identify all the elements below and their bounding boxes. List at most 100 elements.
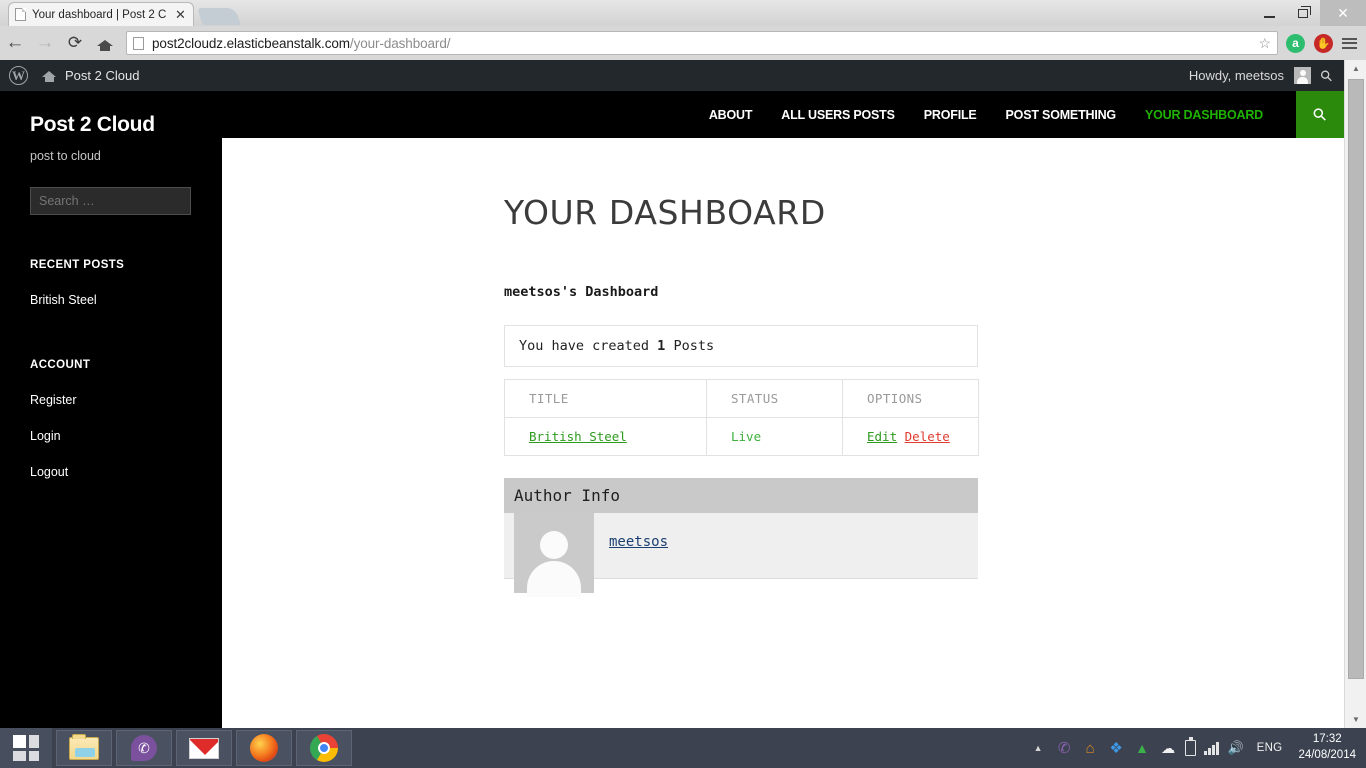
sidebar: Post 2 Cloud post to cloud RECENT POSTS …: [0, 91, 222, 728]
cell-title: British Steel: [504, 417, 707, 456]
bookmark-star-icon[interactable]: ☆: [1258, 35, 1271, 52]
browser-menu-icon[interactable]: [1342, 37, 1357, 49]
page-body: YOUR DASHBOARD meetsos's Dashboard You h…: [222, 138, 1344, 728]
taskbar-item-chrome[interactable]: [296, 730, 352, 766]
mail-icon: [189, 737, 219, 759]
taskbar-item-viber[interactable]: ✆: [116, 730, 172, 766]
forward-icon[interactable]: →: [30, 28, 60, 58]
show-hidden-icons[interactable]: ▲: [1029, 739, 1047, 757]
site-wrapper: Post 2 Cloud post to cloud RECENT POSTS …: [0, 91, 1344, 728]
minimize-button[interactable]: [1252, 0, 1286, 26]
new-tab-button[interactable]: [197, 8, 241, 25]
author-info-panel: Author Info meetsos: [504, 478, 978, 597]
table-header-row: TITLE STATUS OPTIONS: [504, 379, 979, 418]
admin-bar-right: Howdy, meetsos ⚲: [1189, 65, 1344, 86]
wordpress-logo-icon[interactable]: W: [9, 66, 28, 85]
reload-icon[interactable]: ⟳: [60, 28, 90, 58]
url-domain: post2cloudz.elasticbeanstalk.com: [152, 35, 350, 51]
posts-table: TITLE STATUS OPTIONS British Steel Live: [504, 379, 979, 456]
sidebar-item-login[interactable]: Login: [30, 429, 192, 443]
language-indicator[interactable]: ENG: [1253, 742, 1287, 754]
author-avatar-icon: [514, 513, 594, 597]
maximize-button[interactable]: [1286, 0, 1320, 26]
content-column: ABOUT ALL USERS POSTS PROFILE POST SOMET…: [222, 91, 1344, 728]
search-input[interactable]: [30, 187, 191, 215]
extension-icons: a ✋: [1282, 33, 1366, 53]
sidebar-item-register[interactable]: Register: [30, 393, 192, 407]
nav-item-post-something[interactable]: POST SOMETHING: [1006, 108, 1117, 122]
nav-item-all-users-posts[interactable]: ALL USERS POSTS: [781, 108, 895, 122]
chrome-icon: [310, 734, 338, 762]
howdy-greeting[interactable]: Howdy, meetsos: [1189, 68, 1284, 83]
avast-icon[interactable]: a: [1286, 33, 1305, 53]
author-info-body: meetsos: [504, 513, 978, 597]
taskbar-item-mail[interactable]: [176, 730, 232, 766]
post-count-box: You have created 1 Posts: [504, 325, 978, 367]
scrollbar-thumb[interactable]: [1348, 79, 1364, 679]
account-heading: ACCOUNT: [30, 359, 91, 371]
nav-item-your-dashboard[interactable]: YOUR DASHBOARD: [1145, 108, 1263, 122]
site-description: post to cloud: [30, 149, 101, 163]
browser-toolbar: ← → ⟳ post2cloudz.elasticbeanstalk.com/y…: [0, 26, 1366, 60]
site-title[interactable]: Post 2 Cloud: [30, 113, 192, 137]
count-suffix: Posts: [665, 338, 715, 354]
author-name-link[interactable]: meetsos: [609, 534, 668, 550]
page-scrollbar[interactable]: ▲ ▼: [1344, 60, 1366, 728]
admin-bar-site-name[interactable]: Post 2 Cloud: [65, 68, 139, 83]
column-header-title: TITLE: [504, 379, 707, 418]
clock[interactable]: 17:32 24/08/2014: [1294, 732, 1356, 763]
column-header-options: OPTIONS: [842, 379, 979, 418]
home-icon: [42, 69, 57, 83]
sidebar-item-british-steel[interactable]: British Steel: [30, 293, 192, 307]
address-bar[interactable]: post2cloudz.elasticbeanstalk.com/your-da…: [126, 31, 1278, 55]
close-button[interactable]: ✕: [1320, 0, 1366, 26]
taskbar-item-firefox[interactable]: [236, 730, 292, 766]
browser-titlebar: Your dashboard | Post 2 C ✕ ✕: [0, 0, 1366, 26]
taskbar-item-file-explorer[interactable]: [56, 730, 112, 766]
nav-item-about[interactable]: ABOUT: [709, 108, 753, 122]
clock-time: 17:32: [1312, 733, 1342, 746]
nav-item-profile[interactable]: PROFILE: [924, 108, 977, 122]
volume-icon[interactable]: 🔊: [1227, 739, 1245, 757]
page-title: YOUR DASHBOARD: [504, 193, 826, 232]
window-controls: ✕: [1252, 0, 1366, 26]
admin-bar-left: W Post 2 Cloud: [0, 66, 139, 85]
adblock-icon[interactable]: ✋: [1314, 33, 1333, 53]
primary-navigation: ABOUT ALL USERS POSTS PROFILE POST SOMET…: [222, 91, 1344, 138]
cell-options: Edit Delete: [842, 417, 979, 456]
sidebar-item-logout[interactable]: Logout: [30, 465, 192, 479]
onedrive-cloud-icon[interactable]: ☁: [1159, 739, 1177, 757]
battery-icon[interactable]: [1185, 737, 1197, 756]
page-icon: [133, 36, 144, 50]
scroll-down-arrow-icon[interactable]: ▼: [1345, 711, 1366, 728]
search-icon[interactable]: ⚲: [1316, 65, 1337, 86]
viber-tray-icon[interactable]: ✆: [1055, 739, 1073, 757]
firefox-icon: [250, 734, 278, 762]
post-title-link[interactable]: British Steel: [529, 429, 627, 444]
scroll-up-arrow-icon[interactable]: ▲: [1345, 60, 1366, 77]
home-button[interactable]: [90, 28, 120, 58]
cell-status: Live: [706, 417, 843, 456]
search-icon: ⚲: [1308, 103, 1331, 126]
headphones-icon[interactable]: ⌂: [1081, 739, 1099, 757]
url-path: /your-dashboard/: [349, 35, 451, 51]
back-icon[interactable]: ←: [0, 28, 30, 58]
google-drive-icon[interactable]: ▲: [1133, 739, 1151, 757]
count-prefix: You have created: [519, 338, 658, 354]
signal-bars-icon[interactable]: [1204, 741, 1219, 755]
dropbox-icon[interactable]: ❖: [1107, 739, 1125, 757]
recent-posts-heading: RECENT POSTS: [30, 259, 125, 271]
delete-link[interactable]: Delete: [905, 429, 950, 444]
page-icon: [15, 8, 26, 21]
home-icon: [97, 36, 113, 51]
nav-search-button[interactable]: ⚲: [1296, 91, 1344, 138]
edit-link[interactable]: Edit: [867, 429, 897, 444]
page-viewport: W Post 2 Cloud Howdy, meetsos ⚲ Post 2 C…: [0, 60, 1366, 728]
start-button[interactable]: [0, 728, 52, 768]
wp-admin-bar: W Post 2 Cloud Howdy, meetsos ⚲: [0, 60, 1344, 91]
avatar: [1294, 67, 1311, 84]
browser-tab[interactable]: Your dashboard | Post 2 C ✕: [8, 2, 194, 26]
tab-title: Your dashboard | Post 2 C: [32, 8, 167, 21]
browser-chrome: Your dashboard | Post 2 C ✕ ✕ ← → ⟳ post…: [0, 0, 1366, 60]
tab-close-icon[interactable]: ✕: [175, 8, 186, 21]
